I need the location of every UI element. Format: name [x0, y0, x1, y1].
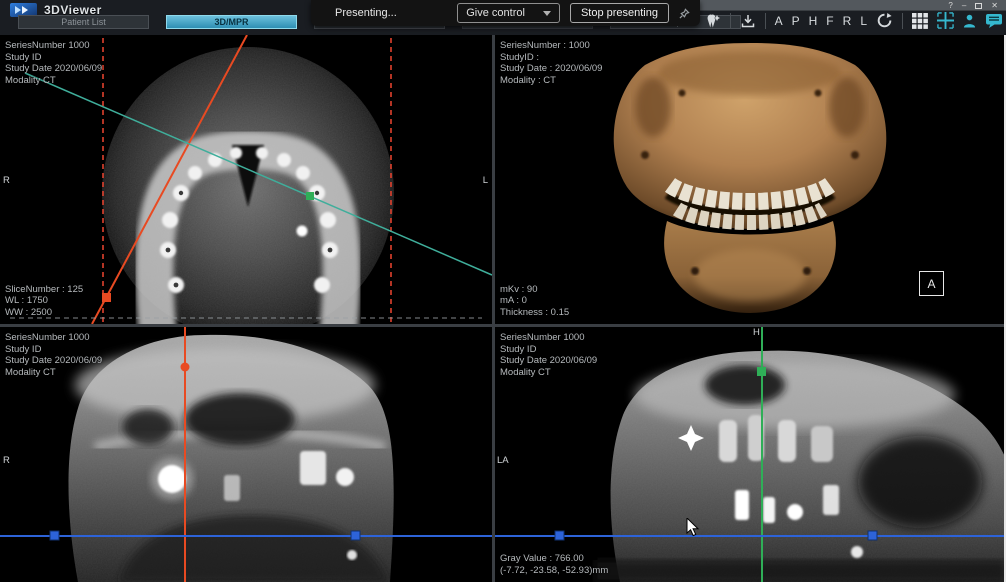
cross-section-ct-image [0, 327, 492, 582]
orientation-left-button[interactable]: L [860, 15, 867, 27]
orientation-label-left-anterior: LA [497, 455, 509, 466]
app-window: 3DViewer Patient List 3D/MPR CPR Output … [0, 0, 1006, 582]
toolbar-divider [902, 13, 903, 29]
give-control-button[interactable]: Give control [457, 3, 560, 23]
blue-line-handle[interactable] [555, 531, 564, 540]
help-button[interactable]: ? [948, 2, 952, 10]
viewport-axial[interactable]: SeriesNumber 1000 Study ID Study Date 20… [0, 35, 492, 324]
header-toolbar: A P H F R L [706, 12, 1003, 29]
presenting-bar: Presenting... Give control Stop presenti… [311, 0, 700, 26]
reset-rotation-icon[interactable] [876, 12, 893, 29]
viewport-panoramic[interactable]: SeriesNumber 1000 Study ID Study Date 20… [495, 327, 1006, 582]
blue-line-handle[interactable] [50, 531, 59, 540]
orange-line-dot-handle[interactable] [181, 363, 190, 372]
panoramic-ct-image [495, 327, 1006, 582]
pin-icon[interactable] [679, 8, 690, 19]
tab-3d-mpr[interactable]: 3D/MPR [166, 15, 297, 29]
orientation-posterior-button[interactable]: P [792, 15, 800, 27]
orientation-foot-button[interactable]: F [826, 15, 833, 27]
green-line-handle[interactable] [757, 367, 766, 376]
presenting-status: Presenting... [335, 7, 397, 19]
stop-presenting-button[interactable]: Stop presenting [570, 3, 669, 23]
maximize-button[interactable] [975, 3, 982, 9]
layout-grid-icon[interactable] [912, 13, 928, 29]
minimize-button[interactable]: – [962, 2, 966, 10]
orientation-label-right: R [3, 175, 10, 186]
toolbar-divider [765, 13, 766, 29]
user-icon[interactable] [963, 13, 976, 29]
viewport-3d-volume[interactable]: SeriesNumber : 1000 StudyID : Study Date… [495, 35, 1006, 324]
close-button[interactable]: ✕ [991, 2, 998, 10]
orientation-head-button[interactable]: H [809, 15, 818, 27]
axial-ct-image [0, 35, 492, 324]
tooth-icon[interactable] [706, 13, 721, 29]
window-controls: ? – ✕ [948, 0, 998, 11]
export-icon[interactable] [740, 13, 756, 29]
orientation-label-right: R [3, 455, 10, 466]
orange-line-handle[interactable] [102, 293, 111, 302]
blue-line-handle[interactable] [351, 531, 360, 540]
orientation-label-head: H [753, 327, 760, 338]
chevron-down-icon [543, 11, 551, 16]
viewport-cross-section[interactable]: SeriesNumber 1000 Study ID Study Date 20… [0, 327, 492, 582]
orientation-right-button[interactable]: R [843, 15, 852, 27]
viewport-divider-horizontal[interactable] [0, 324, 1006, 327]
orientation-label-left: L [483, 175, 488, 186]
teal-line-handle[interactable] [306, 192, 314, 200]
viewport-divider-vertical[interactable] [492, 35, 495, 582]
orientation-anterior-button[interactable]: A [775, 15, 783, 27]
mpr-layout-icon[interactable] [937, 12, 954, 29]
orientation-cube-indicator: A [919, 271, 944, 296]
blue-line-handle[interactable] [868, 531, 877, 540]
toolbar-divider [730, 13, 731, 29]
chat-icon[interactable] [985, 13, 1003, 29]
tab-patient-list[interactable]: Patient List [18, 15, 149, 29]
